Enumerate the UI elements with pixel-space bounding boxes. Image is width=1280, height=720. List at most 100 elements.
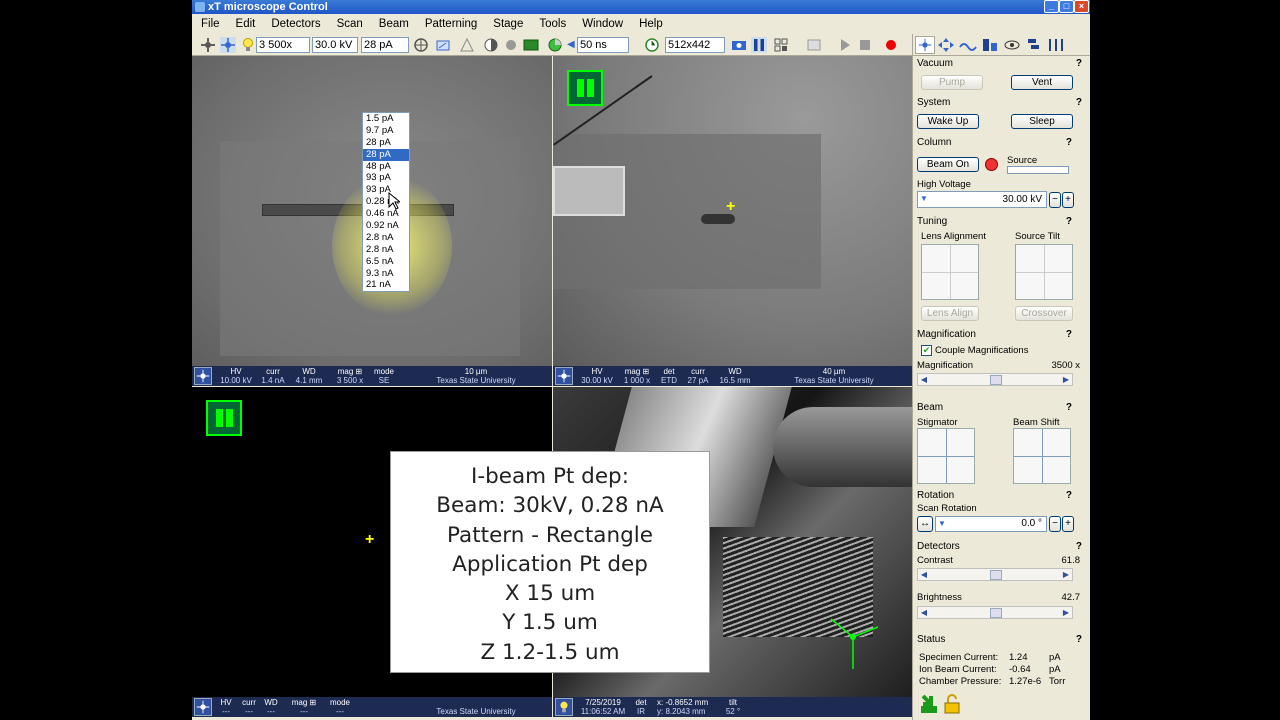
hv-decrease-button[interactable]: − (1049, 192, 1061, 208)
current-option[interactable]: 0.92 nA (363, 220, 409, 232)
menu-detectors[interactable]: Detectors (262, 16, 327, 30)
stigmator-pad[interactable] (917, 428, 975, 484)
current-option[interactable]: 48 pA (363, 161, 409, 173)
slider-thumb[interactable] (990, 375, 1002, 385)
current-option[interactable]: 28 pA (363, 148, 409, 161)
detectors-help-icon[interactable]: ? (1076, 541, 1082, 552)
slider-thumb[interactable] (990, 570, 1002, 580)
dwell-decrease-arrow[interactable]: ◀ (567, 39, 575, 50)
settings-tab-icon[interactable] (1047, 37, 1065, 53)
current-option[interactable]: 2.8 nA (363, 244, 409, 256)
beam-on-button[interactable]: Beam On (917, 157, 979, 172)
pattern-list-icon[interactable] (806, 37, 822, 53)
hv-increase-button[interactable]: + (1062, 192, 1074, 208)
menu-scan[interactable]: Scan (328, 16, 370, 30)
system-help-icon[interactable]: ? (1076, 97, 1082, 108)
vacuum-help-icon[interactable]: ? (1076, 58, 1082, 69)
brightness-icon[interactable] (503, 37, 519, 53)
beam-current-dropdown[interactable]: 1.5 pA 9.7 pA 28 pA 28 pA 48 pA 93 pA 93 pA 0.2… (362, 112, 410, 292)
patterning-tab-icon[interactable] (981, 37, 999, 53)
grid-icon[interactable] (459, 37, 475, 53)
current-option[interactable]: 9.3 nA (363, 268, 409, 280)
snapshot-icon[interactable] (731, 37, 747, 53)
crossover-button[interactable]: Crossover (1015, 306, 1073, 321)
scan-speed-icon[interactable] (547, 37, 563, 53)
high-voltage-field[interactable]: ▼ 30.00 kV (917, 191, 1047, 208)
slider-right-arrow[interactable]: ▶ (1060, 569, 1072, 580)
contrast-icon[interactable] (483, 37, 499, 53)
beam-control-tab-icon[interactable] (915, 36, 935, 54)
menu-tools[interactable]: Tools (530, 16, 573, 30)
lens-alignment-pad[interactable] (921, 244, 979, 300)
beam-help-icon[interactable]: ? (1066, 402, 1072, 413)
chevron-down-icon[interactable]: ▼ (938, 519, 946, 528)
current-option[interactable]: 93 pA (363, 172, 409, 184)
reduced-area-icon[interactable] (413, 37, 429, 53)
processing-tab-icon[interactable] (959, 37, 977, 53)
menu-patterning[interactable]: Patterning (416, 16, 484, 30)
rotation-help-icon[interactable]: ? (1066, 490, 1072, 501)
dwell-time-field[interactable]: 50 ns (577, 37, 629, 53)
measure-icon[interactable] (435, 37, 451, 53)
navigation-tab-icon[interactable] (937, 37, 955, 53)
rotation-mode-button[interactable]: ↔ (917, 516, 933, 532)
column-help-icon[interactable]: ? (1066, 137, 1072, 148)
status-help-icon[interactable]: ? (1076, 634, 1082, 645)
menu-stage[interactable]: Stage (484, 16, 530, 30)
lightbulb-icon[interactable] (240, 37, 256, 53)
rotation-increase-button[interactable]: + (1062, 516, 1074, 532)
record-icon[interactable] (883, 37, 899, 53)
tuning-help-icon[interactable]: ? (1066, 216, 1072, 227)
beam-shift-pad[interactable] (1013, 428, 1071, 484)
current-option[interactable]: 0.28 nA (363, 196, 409, 208)
quad2-ion-image[interactable]: + (553, 56, 912, 366)
current-option[interactable]: 21 nA (363, 279, 409, 291)
scan-rotation-field[interactable]: ▼ 0.0 ° (935, 516, 1047, 532)
slider-right-arrow[interactable]: ▶ (1060, 607, 1072, 618)
current-option[interactable]: 2.8 nA (363, 232, 409, 244)
vent-button[interactable]: Vent (1011, 75, 1073, 90)
maximize-button[interactable]: □ (1059, 0, 1074, 13)
video-icon[interactable] (523, 37, 539, 53)
resolution-field[interactable]: 512x442 (665, 37, 725, 53)
electron-beam-icon[interactable] (200, 37, 216, 53)
menu-beam[interactable]: Beam (370, 16, 416, 30)
minimize-button[interactable]: _ (1044, 0, 1059, 13)
magnification-help-icon[interactable]: ? (1066, 329, 1072, 340)
pause-icon[interactable] (751, 37, 767, 53)
voltage-field[interactable]: 30.0 kV (312, 37, 358, 53)
menu-file[interactable]: File (192, 16, 227, 30)
view-tab-icon[interactable] (1003, 37, 1021, 53)
slider-left-arrow[interactable]: ◀ (918, 569, 930, 580)
chevron-down-icon[interactable]: ▼ (920, 194, 928, 203)
pump-button[interactable]: Pump (921, 75, 983, 90)
couple-magnifications-checkbox[interactable]: ✔ (921, 345, 932, 356)
sleep-button[interactable]: Sleep (1011, 114, 1073, 129)
quad1-electron-image[interactable]: 1.5 pA 9.7 pA 28 pA 28 pA 48 pA 93 pA 93 pA 0.2… (192, 56, 552, 366)
rotation-decrease-button[interactable]: − (1049, 516, 1061, 532)
menu-help[interactable]: Help (630, 16, 670, 30)
play-icon[interactable] (837, 37, 853, 53)
stop-icon[interactable] (857, 37, 873, 53)
menu-window[interactable]: Window (573, 16, 630, 30)
ion-beam-icon[interactable] (220, 37, 236, 53)
current-option[interactable]: 1.5 pA (363, 113, 409, 125)
contrast-slider[interactable]: ◀ ▶ (917, 568, 1073, 581)
alignment-tab-icon[interactable] (1025, 37, 1043, 53)
slider-right-arrow[interactable]: ▶ (1060, 374, 1072, 385)
lens-align-button[interactable]: Lens Align (921, 306, 979, 321)
current-option[interactable]: 6.5 nA (363, 256, 409, 268)
layout-icon[interactable] (773, 37, 789, 53)
wake-up-button[interactable]: Wake Up (917, 114, 979, 129)
clock-icon[interactable] (644, 37, 660, 53)
menu-edit[interactable]: Edit (227, 16, 263, 30)
magnification-field[interactable]: 3 500x (256, 37, 310, 53)
slider-left-arrow[interactable]: ◀ (918, 374, 930, 385)
current-option[interactable]: 0.46 nA (363, 208, 409, 220)
beam-current-field[interactable]: 28 pA (361, 37, 409, 53)
lock-icon[interactable] (943, 694, 961, 714)
brightness-slider[interactable]: ◀ ▶ (917, 606, 1073, 619)
magnification-slider[interactable]: ◀ ▶ (917, 373, 1073, 386)
close-button[interactable]: × (1074, 0, 1089, 13)
slider-thumb[interactable] (990, 608, 1002, 618)
